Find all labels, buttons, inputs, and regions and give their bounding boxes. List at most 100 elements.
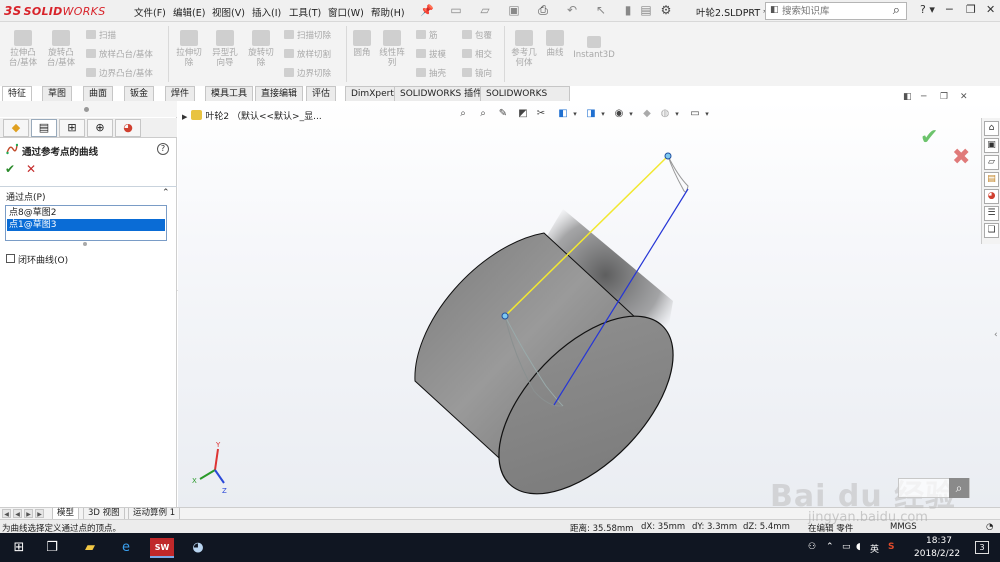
- tab-weldments[interactable]: 焊件: [165, 86, 196, 101]
- view-palette-icon[interactable]: ▤: [984, 172, 999, 187]
- home-icon[interactable]: ⌂: [984, 121, 999, 136]
- volume-icon[interactable]: ◖: [856, 542, 861, 552]
- hole-wizard-button[interactable]: 异型孔 向导: [208, 30, 242, 68]
- swept-cut-button[interactable]: 扫描切除: [284, 30, 331, 42]
- edge-browser-icon[interactable]: e: [116, 538, 136, 558]
- undo-icon[interactable]: ↶: [564, 3, 580, 19]
- viewport-close-icon[interactable]: ✕: [960, 92, 968, 102]
- sogou-ime-icon[interactable]: S: [888, 542, 894, 552]
- closed-curve-checkbox[interactable]: [6, 254, 15, 263]
- task-pane-expand-icon[interactable]: ‹: [994, 330, 998, 340]
- tab-direct-editing[interactable]: 直接编辑: [255, 86, 304, 101]
- mirror-button[interactable]: 镜向: [462, 68, 492, 80]
- tab-solidworks-addins[interactable]: SOLIDWORKS 插件: [394, 86, 489, 101]
- input-method-label[interactable]: 英: [870, 542, 879, 555]
- instant3d-button[interactable]: Instant3D: [572, 36, 616, 60]
- solidworks-taskbar-icon[interactable]: SW: [150, 538, 174, 558]
- draft-button[interactable]: 拔模: [416, 49, 446, 61]
- knowledge-search-input[interactable]: [782, 4, 882, 18]
- notification-center-icon[interactable]: 3: [975, 541, 989, 554]
- point-8-sketch2[interactable]: [501, 312, 509, 320]
- curves-button[interactable]: 曲线: [542, 30, 568, 58]
- tab-sheet-metal[interactable]: 钣金: [124, 86, 155, 101]
- tab-dimxpert[interactable]: DimXpert: [345, 86, 400, 101]
- knowledge-search-box[interactable]: ◧ ⌕: [765, 2, 907, 20]
- minimize-icon[interactable]: ─: [946, 3, 953, 16]
- app-taskbar-icon[interactable]: ◕: [188, 538, 208, 558]
- lofted-cut-button[interactable]: 放样切割: [284, 49, 331, 61]
- task-view-icon[interactable]: ❐: [42, 538, 62, 558]
- model-scene[interactable]: Y X Z: [178, 101, 1000, 507]
- clock-time[interactable]: 18:37: [926, 536, 952, 546]
- menu-file[interactable]: 文件(F): [134, 5, 166, 19]
- feature-manager-tab-icon[interactable]: ◆: [3, 119, 29, 137]
- forum-icon[interactable]: ❏: [984, 223, 999, 238]
- print-icon[interactable]: ⎙: [535, 3, 551, 19]
- select-icon[interactable]: ↖: [593, 3, 609, 19]
- help-icon[interactable]: ?: [157, 143, 169, 155]
- tab-surfaces[interactable]: 曲面: [83, 86, 114, 101]
- search-icon[interactable]: ⌕: [893, 3, 900, 18]
- linear-pattern-button[interactable]: 线性阵 列: [376, 30, 408, 68]
- through-points-list[interactable]: 点8@草图2 点1@草图3: [5, 205, 167, 241]
- help-dropdown-icon[interactable]: ? ▾: [920, 3, 935, 16]
- intersect-button[interactable]: 相交: [462, 49, 492, 61]
- file-explorer-icon[interactable]: ▰: [80, 538, 100, 558]
- boundary-cut-button[interactable]: 边界切除: [284, 68, 331, 80]
- tab-solidworks-mbd[interactable]: SOLIDWORKS MBD: [480, 86, 570, 113]
- loft-boss-button[interactable]: 放样凸台/基体: [86, 49, 153, 61]
- design-library-icon[interactable]: ▣: [984, 138, 999, 153]
- dimxpert-manager-tab-icon[interactable]: ⊕: [87, 119, 113, 137]
- extrude-cut-button[interactable]: 拉伸切 除: [172, 30, 206, 68]
- appearances-icon[interactable]: ◕: [984, 189, 999, 204]
- cancel-button[interactable]: ✕: [26, 162, 36, 176]
- menu-tools[interactable]: 工具(T): [289, 5, 321, 19]
- property-manager-tab-icon[interactable]: ▤: [31, 119, 57, 137]
- ok-button[interactable]: ✔: [5, 162, 15, 176]
- file-explorer-icon[interactable]: ▱: [984, 155, 999, 170]
- extrude-boss-button[interactable]: 拉伸凸 台/基体: [6, 30, 40, 68]
- menu-window[interactable]: 窗口(W): [328, 5, 364, 19]
- clock-date[interactable]: 2018/2/22: [914, 549, 960, 559]
- viewport-restore-icon[interactable]: ❐: [940, 92, 948, 102]
- quick-tips-icon[interactable]: ◔: [986, 522, 993, 532]
- panel-grip[interactable]: [0, 101, 177, 117]
- graphics-area[interactable]: ▶ 叶轮2 （默认<<默认>_显... ⌕ ⌕ ✎ ◩ ✂ ◧ ▾ ◨ ▾ ◉ ▾…: [178, 101, 1000, 507]
- tab-features[interactable]: 特征: [2, 86, 33, 101]
- people-icon[interactable]: ⚇: [808, 542, 816, 552]
- menu-help[interactable]: 帮助(H): [371, 5, 405, 19]
- options-gear-icon[interactable]: ⚙: [658, 3, 674, 19]
- new-icon[interactable]: ▭: [448, 3, 464, 19]
- restore-icon[interactable]: ❐: [966, 3, 976, 16]
- file-properties-icon[interactable]: ▤: [638, 3, 654, 19]
- rebuild-icon[interactable]: ▮: [620, 3, 636, 19]
- sweep-button[interactable]: 扫描: [86, 30, 116, 42]
- custom-properties-icon[interactable]: ☰: [984, 206, 999, 221]
- next-tab-icon[interactable]: ▶: [24, 509, 33, 518]
- menu-edit[interactable]: 编辑(E): [173, 5, 205, 19]
- display-manager-tab-icon[interactable]: ◕: [115, 119, 141, 137]
- revolve-cut-button[interactable]: 旋转切 除: [244, 30, 278, 68]
- viewport-minimize-icon[interactable]: ─: [921, 92, 926, 102]
- revolve-boss-button[interactable]: 旋转凸 台/基体: [44, 30, 78, 68]
- tab-mold-tools[interactable]: 模具工具: [205, 86, 254, 101]
- confirm-corner-ok-icon[interactable]: ✔: [920, 125, 938, 150]
- reference-geometry-button[interactable]: 参考几 何体: [508, 30, 540, 68]
- menu-insert[interactable]: 插入(I): [252, 5, 281, 19]
- configuration-manager-tab-icon[interactable]: ⊞: [59, 119, 85, 137]
- confirm-corner-cancel-icon[interactable]: ✖: [952, 145, 970, 170]
- sketch-curve-top[interactable]: [667, 155, 689, 193]
- close-icon[interactable]: ✕: [986, 3, 995, 16]
- tab-evaluate[interactable]: 评估: [306, 86, 337, 101]
- viewport-expand-icon[interactable]: ◧: [903, 92, 912, 102]
- chevron-up-icon[interactable]: ⌃: [162, 188, 170, 198]
- list-item-selected[interactable]: 点1@草图3: [7, 219, 165, 231]
- menu-view[interactable]: 视图(V): [212, 5, 245, 19]
- point-1-sketch3[interactable]: [664, 152, 672, 160]
- search-scope-icon[interactable]: ◧: [770, 5, 779, 15]
- windows-start-icon[interactable]: ⊞: [9, 538, 29, 558]
- rib-button[interactable]: 筋: [416, 30, 438, 42]
- tab-sketch[interactable]: 草图: [42, 86, 73, 101]
- last-tab-icon[interactable]: ▶: [35, 509, 44, 518]
- prev-tab-icon[interactable]: ◀: [13, 509, 22, 518]
